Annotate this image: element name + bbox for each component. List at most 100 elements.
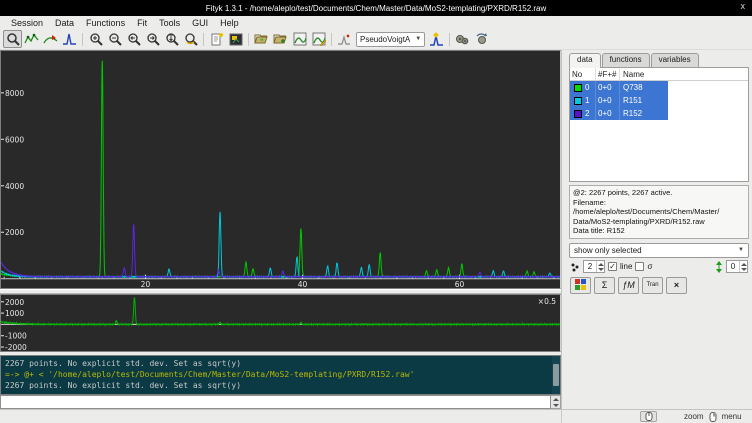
add-peak-mode-icon[interactable] <box>60 30 79 48</box>
info-line: Filename: /home/aleplo/test/Documents/Ch… <box>573 198 745 217</box>
menu-bar: Session Data Functions Fit Tools GUI Hel… <box>0 16 752 29</box>
fm-button[interactable]: ƒM <box>618 277 639 294</box>
menu-functions[interactable]: Functions <box>80 18 131 28</box>
undo-fit-icon[interactable] <box>472 30 491 48</box>
table-row[interactable]: 2 0+0 R152 <box>570 107 748 120</box>
column-header-functions[interactable]: #F+# <box>596 68 620 80</box>
zoom-previous-icon[interactable] <box>181 30 200 48</box>
auxiliary-plot-canvas[interactable]: 20001000-1000-2000×0.5 <box>1 295 560 351</box>
table-row[interactable]: 0 0+0 Q738 <box>570 81 748 94</box>
colors-button[interactable] <box>570 277 591 294</box>
sigma-checkbox-label: σ <box>647 262 652 271</box>
info-line: @2: 2267 points, 2267 active. <box>573 188 745 198</box>
line-checkbox[interactable]: ✓ <box>608 262 617 271</box>
mouse-hints-button[interactable] <box>640 411 657 422</box>
run-fit-icon[interactable] <box>453 30 472 48</box>
dataset-number: 2 <box>585 109 589 118</box>
toolbar-separator <box>331 33 332 46</box>
status-bar-left <box>0 410 562 423</box>
svg-text:8000: 8000 <box>5 89 24 98</box>
mouse-right-button-icon <box>709 412 717 422</box>
menu-data[interactable]: Data <box>49 18 80 28</box>
svg-text:4000: 4000 <box>5 182 24 191</box>
sum-button[interactable]: Σ <box>594 277 615 294</box>
zoom-in-icon[interactable] <box>86 30 105 48</box>
baseline-mode-icon[interactable] <box>41 30 60 48</box>
sigma-checkbox[interactable] <box>635 262 644 271</box>
close-window-button[interactable]: x <box>741 1 746 11</box>
shift-value: 0 <box>727 261 739 272</box>
open-data-icon[interactable] <box>252 30 271 48</box>
tab-functions[interactable]: functions <box>602 53 650 68</box>
console-scrollbar-thumb[interactable] <box>553 364 559 386</box>
toolbar-separator <box>248 33 249 46</box>
chevron-down-icon: ▼ <box>738 247 744 253</box>
dataset-info: @2: 2267 points, 2267 active. Filename: … <box>569 185 749 239</box>
column-header-name[interactable]: Name <box>620 68 668 80</box>
save-image-edit-icon[interactable] <box>309 30 328 48</box>
tab-variables[interactable]: variables <box>651 53 699 68</box>
stepper-down-icon[interactable] <box>597 267 604 273</box>
auto-add-peak-icon[interactable] <box>335 30 354 48</box>
edit-script-icon[interactable] <box>207 30 226 48</box>
dataset-func-count: 0+0 <box>596 94 620 107</box>
dataset-name: Q738 <box>620 81 668 94</box>
svg-text:6000: 6000 <box>5 135 24 144</box>
scroll-down-icon[interactable] <box>551 402 560 408</box>
auxiliary-plot[interactable]: 20001000-1000-2000×0.5 <box>0 294 561 352</box>
info-line: Data/MoS2-templating/PXRD/R152.raw <box>573 217 745 227</box>
add-peak-icon[interactable] <box>427 30 446 48</box>
menu-gui[interactable]: GUI <box>186 18 214 28</box>
zoom-mode-icon[interactable] <box>3 30 22 48</box>
sidebar-tabs: data functions variables <box>566 52 752 68</box>
point-size-icon <box>570 262 580 272</box>
right-click-hint: menu <box>722 412 742 421</box>
menu-help[interactable]: Help <box>214 18 245 28</box>
save-image-icon[interactable] <box>290 30 309 48</box>
display-controls: 2 ✓ line σ 0 <box>566 259 752 275</box>
column-header-no[interactable]: No <box>570 68 596 80</box>
menu-session[interactable]: Session <box>5 18 49 28</box>
zoom-out-icon[interactable] <box>105 30 124 48</box>
input-history-scrollbar[interactable] <box>551 395 561 409</box>
console-line: 2267 points. No explicit std. dev. Set a… <box>5 358 550 369</box>
svg-text:×0.5: ×0.5 <box>538 297 556 306</box>
svg-text:2000: 2000 <box>5 228 24 237</box>
transform-button[interactable]: Tran <box>642 277 663 294</box>
dataset-color-chip <box>574 84 582 92</box>
status-bar-right: zoom menu <box>562 411 752 422</box>
console-scrollbar[interactable] <box>552 356 560 394</box>
zoom-vertical-icon[interactable] <box>162 30 181 48</box>
palette-icon <box>575 279 587 291</box>
dataset-color-chip <box>574 97 582 105</box>
shift-arrows-icon <box>715 261 723 273</box>
show-filter-dropdown[interactable]: show only selected ▼ <box>569 243 749 258</box>
stepper-down-icon[interactable] <box>740 267 747 273</box>
main-plot[interactable]: 2040602000400060008000 <box>0 50 561 289</box>
main-plot-canvas[interactable]: 2040602000400060008000 <box>1 51 560 288</box>
dataset-func-count: 0+0 <box>596 107 620 120</box>
table-row[interactable]: 1 0+0 R151 <box>570 94 748 107</box>
plots-column: 2040602000400060008000 20001000-1000-200… <box>0 50 561 409</box>
toolbar-separator <box>449 33 450 46</box>
menu-tools[interactable]: Tools <box>153 18 186 28</box>
gui-config-icon[interactable] <box>226 30 245 48</box>
command-input[interactable] <box>0 395 551 409</box>
data-range-mode-icon[interactable] <box>22 30 41 48</box>
shift-stepper[interactable]: 0 <box>726 260 748 273</box>
menu-fit[interactable]: Fit <box>131 18 153 28</box>
window-title: Fityk 1.3.1 - /home/aleplo/test/Document… <box>206 4 547 13</box>
console-line: =-> @+ < '/home/aleplo/test/Documents/Ch… <box>5 369 550 380</box>
zoom-left-icon[interactable] <box>124 30 143 48</box>
peak-type-dropdown[interactable]: PseudoVoigtA ▼ <box>356 32 425 47</box>
dataset-number: 0 <box>585 83 589 92</box>
tab-data[interactable]: data <box>569 53 601 68</box>
dataset-list[interactable]: No #F+# Name 0 0+0 Q738 1 0+0 R151 <box>569 67 749 182</box>
output-console[interactable]: 2267 points. No explicit std. dev. Set a… <box>0 355 561 395</box>
peak-type-value: PseudoVoigtA <box>360 35 410 44</box>
open-data-merge-icon[interactable] <box>271 30 290 48</box>
dataset-func-count: 0+0 <box>596 81 620 94</box>
delete-button[interactable]: × <box>666 277 687 294</box>
zoom-right-icon[interactable] <box>143 30 162 48</box>
point-size-stepper[interactable]: 2 <box>583 260 605 273</box>
